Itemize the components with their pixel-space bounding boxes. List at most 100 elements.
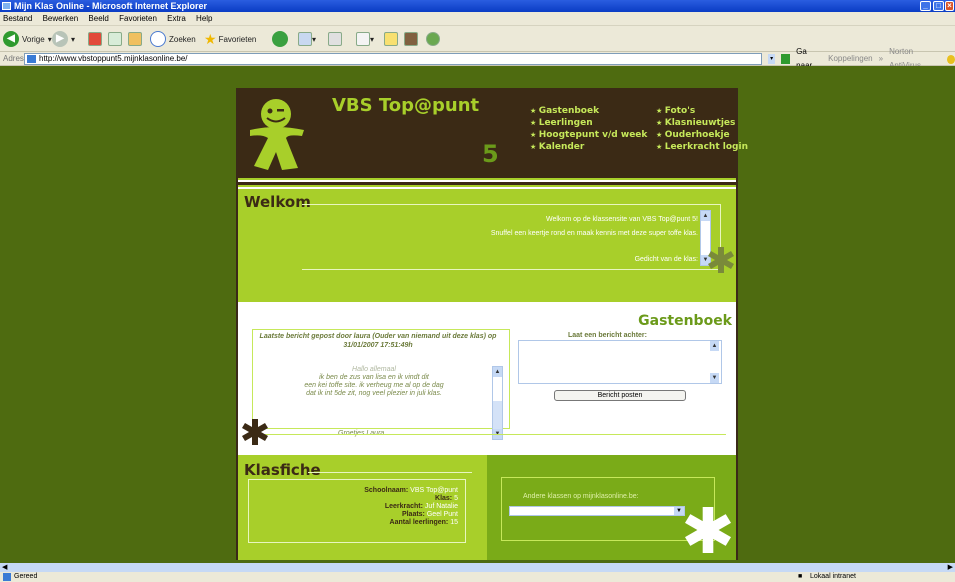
message-line-3: een kei toffe site. ik verheug me al op … (304, 382, 444, 389)
header-stripe-2 (238, 185, 736, 187)
textarea-scrollbar[interactable]: ▲ ▼ (710, 341, 721, 383)
welkom-bottom-rule (302, 269, 720, 270)
search-button[interactable]: Zoeken (150, 30, 196, 48)
page-icon (27, 55, 36, 63)
address-dropdown-icon[interactable]: ▾ (768, 54, 776, 64)
menu-beeld[interactable]: Beeld (88, 14, 108, 23)
norton-icon[interactable] (946, 54, 955, 64)
asterisk-decor-icon (708, 247, 734, 273)
klasfiche-rule (308, 472, 472, 473)
nav-right: Foto's Klasnieuwtjes Ouderhoekje Leerkra… (656, 105, 748, 153)
menu-favorieten[interactable]: Favorieten (119, 14, 157, 23)
welkom-text: Welkom op de klassensite van VBS Top@pun… (358, 213, 698, 267)
menu-help[interactable]: Help (196, 14, 212, 23)
window-title: Mijn Klas Online - Microsoft Internet Ex… (14, 1, 208, 11)
back-arrow-icon: ◀ (3, 31, 19, 47)
klasfiche-title: Klasfiche (244, 461, 321, 479)
links-button[interactable]: Koppelingen (828, 52, 872, 66)
welkom-rule (302, 204, 720, 205)
address-label: Adres (3, 54, 24, 63)
site-page: VBS Top@punt 5 Gastenboek Leerlingen Hoo… (236, 88, 748, 560)
kf-value-leerkracht: Juf Natalie (424, 503, 458, 510)
menu-extra[interactable]: Extra (167, 14, 186, 23)
nav-klasnieuwtjes[interactable]: Klasnieuwtjes (656, 117, 748, 129)
home-button[interactable] (128, 30, 142, 48)
nav-kalender[interactable]: Kalender (530, 141, 647, 153)
nav-gastenboek[interactable]: Gastenboek (530, 105, 647, 117)
post-form-label: Laat een bericht achter: (568, 332, 647, 339)
scroll-thumb[interactable] (493, 401, 502, 431)
nav-left: Gastenboek Leerlingen Hoogtepunt v/d wee… (530, 105, 648, 153)
scroll-left-icon[interactable]: ◀ (2, 563, 7, 571)
kf-label-schoolnaam: Schoolnaam: (364, 487, 409, 494)
horizontal-scrollbar[interactable]: ◀ ▶ (0, 563, 955, 572)
status-page-icon (3, 573, 11, 581)
forward-dropdown-icon: ▾ (71, 34, 76, 44)
welkom-line-3: Gedicht van de klas: (634, 256, 698, 263)
last-post-heading: Laatste bericht gepost door laura (Ouder… (259, 333, 497, 349)
scroll-down-icon[interactable]: ▼ (710, 373, 719, 383)
favorites-button[interactable]: ★ Favorieten (204, 30, 256, 48)
mascot-logo-icon (250, 99, 304, 170)
address-input[interactable]: http://www.vbstoppunt5.mijnklasonline.be… (24, 53, 762, 65)
welkom-line-1: Welkom op de klassensite van VBS Top@pun… (546, 216, 698, 223)
history-button[interactable] (272, 30, 291, 48)
scroll-right-icon[interactable]: ▶ (948, 563, 953, 571)
klasfiche-rows: Schoolnaam: VBS Top@punt Klas: 5 Leerkra… (258, 487, 458, 527)
search-label: Zoeken (169, 34, 196, 44)
mail-dropdown-icon: ▾ (312, 34, 317, 44)
messenger-button[interactable] (426, 30, 440, 48)
research-button[interactable] (404, 30, 418, 48)
home-icon (128, 32, 142, 46)
favorites-label: Favorieten (218, 34, 257, 44)
notes-button[interactable] (384, 30, 398, 48)
back-button[interactable]: ◀ Vorige ▾ (3, 30, 52, 48)
menu-bewerken[interactable]: Bewerken (43, 14, 79, 23)
chevron-right-icon[interactable]: » (879, 52, 883, 66)
close-button[interactable]: × (945, 1, 954, 11)
klasfiche-section: Klasfiche Schoolnaam: VBS Top@punt Klas:… (238, 455, 487, 560)
last-post-message: Hallo allemaal ik ben de zus van lisa en… (258, 366, 490, 398)
scroll-up-icon[interactable]: ▲ (710, 341, 719, 351)
klasfiche-row: Klas: 5 (258, 495, 458, 503)
nav-leerkracht-login[interactable]: Leerkracht login (656, 141, 748, 153)
maximize-button[interactable]: □ (933, 1, 944, 11)
nav-ouderhoekje[interactable]: Ouderhoekje (656, 129, 748, 141)
welkom-title: Welkom (244, 193, 311, 211)
site-header: VBS Top@punt 5 Gastenboek Leerlingen Hoo… (238, 88, 748, 178)
ie-icon (2, 2, 11, 10)
message-line-1: Hallo allemaal (352, 366, 396, 373)
kf-label-leerkracht: Leerkracht: (384, 503, 423, 510)
menu-bestand[interactable]: Bestand (3, 14, 32, 23)
refresh-button[interactable] (108, 30, 122, 48)
kf-label-klas: Klas: (435, 495, 453, 502)
stop-button[interactable] (88, 30, 102, 48)
print-button[interactable] (328, 30, 342, 48)
mail-icon (298, 32, 312, 46)
chevron-down-icon[interactable]: ▼ (674, 507, 684, 515)
message-scrollbar[interactable]: ▲ ▼ (492, 366, 503, 440)
nav-hoogtepunt[interactable]: Hoogtepunt v/d week (530, 129, 648, 141)
status-bar: Gereed ■ Lokaal intranet (0, 572, 955, 582)
zone-icon: ■ (798, 573, 803, 580)
other-classes-select[interactable]: ▼ (509, 506, 685, 516)
scroll-up-icon[interactable]: ▲ (701, 211, 710, 221)
gastenboek-rule (252, 434, 726, 435)
messenger-icon (426, 32, 440, 46)
forward-button[interactable]: ▶ ▾ (52, 30, 75, 48)
nav-leerlingen[interactable]: Leerlingen (530, 117, 647, 129)
message-textarea[interactable]: ▲ ▼ (518, 340, 722, 384)
notes-icon (384, 32, 398, 46)
post-message-button[interactable]: Bericht posten (554, 390, 686, 401)
go-icon[interactable] (781, 54, 791, 64)
scroll-up-icon[interactable]: ▲ (493, 367, 502, 377)
minimize-button[interactable]: _ (920, 1, 931, 11)
edit-button[interactable]: ▾ (356, 30, 374, 48)
kf-value-plaats: Geel Punt (426, 511, 458, 518)
nav-fotos[interactable]: Foto's (656, 105, 748, 117)
mail-button[interactable]: ▾ (298, 30, 316, 48)
klasfiche-row: Schoolnaam: VBS Top@punt (258, 487, 458, 495)
web-viewport: VBS Top@punt 5 Gastenboek Leerlingen Hoo… (0, 66, 955, 563)
edit-icon (356, 32, 370, 46)
search-icon (150, 31, 166, 47)
